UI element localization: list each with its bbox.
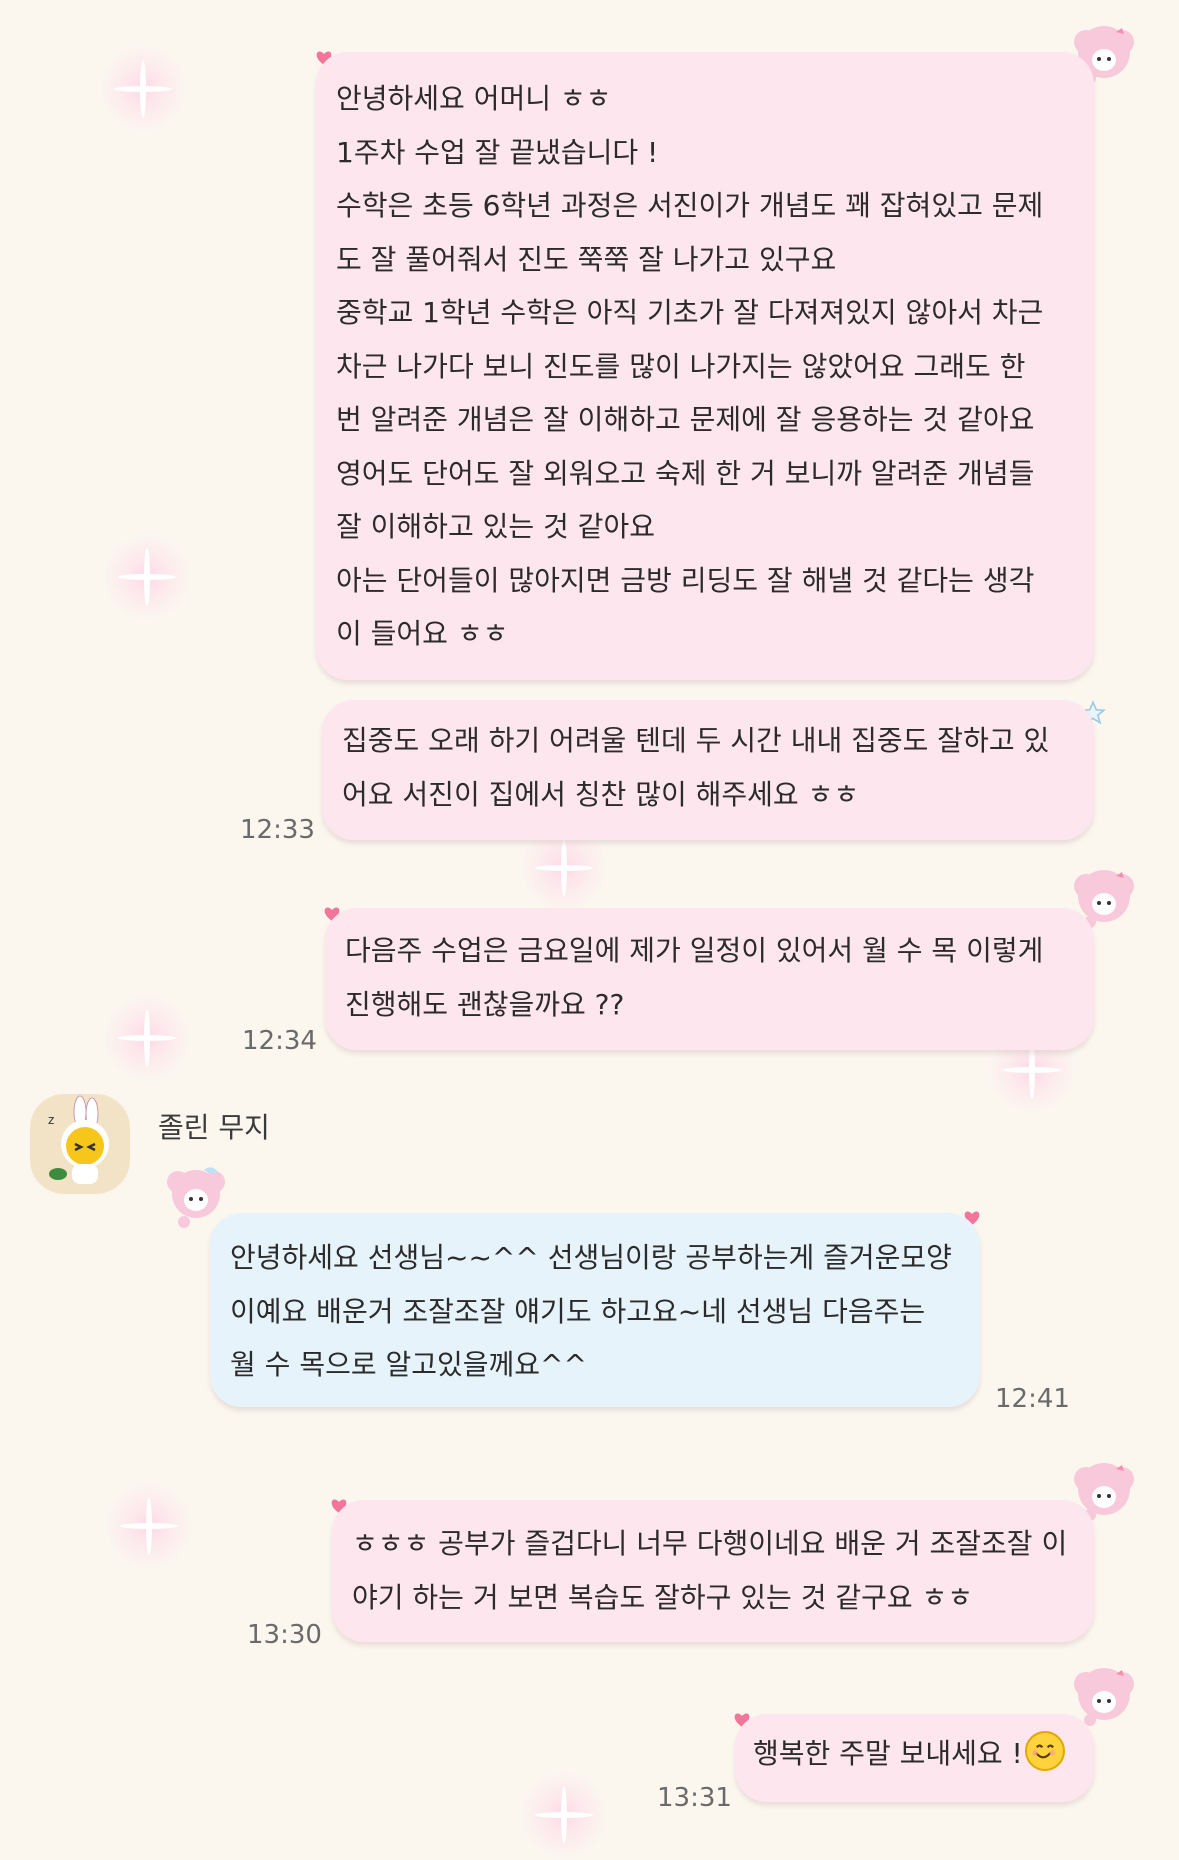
message-text-line: 안녕하세요 어머니 ㅎㅎ <box>336 82 612 115</box>
message-bubble-outgoing[interactable]: 안녕하세요 어머니 ㅎㅎ 1주차 수업 잘 끝냈습니다 ! 수학은 초등 6학년… <box>316 52 1094 680</box>
message-text-line: 안녕하세요 선생님~~^^ 선생님이랑 공부하는게 즐거운모양 <box>230 1241 952 1274</box>
message-text-line: 이 들어요 ㅎㅎ <box>336 617 509 650</box>
message-timestamp: 12:41 <box>995 1384 1070 1414</box>
message-bubble-outgoing[interactable]: 집중도 오래 하기 어려울 텐데 두 시간 내내 집중도 잘하고 있 어요 서진… <box>322 700 1094 840</box>
message-text-line: 차근 나가다 보니 진도를 많이 나가지는 않았어요 그래도 한 <box>336 349 1026 383</box>
message-bubble-outgoing[interactable]: 다음주 수업은 금요일에 제가 일정이 있어서 월 수 목 이렇게 진행해도 괜… <box>325 908 1094 1050</box>
sparkle-decoration <box>104 1481 194 1571</box>
smiling-face-emoji-icon <box>1024 1731 1065 1771</box>
message-timestamp: 13:31 <box>657 1783 732 1813</box>
message-text-line: ㅎㅎㅎ 공부가 즐겁다니 너무 다행이네요 배운 거 조잘조잘 이 <box>352 1527 1068 1560</box>
message-text-line: 집중도 오래 하기 어려울 텐데 두 시간 내내 집중도 잘하고 있 <box>342 724 1050 757</box>
message-text-line: 1주차 수업 잘 끝냈습니다 ! <box>336 135 659 169</box>
message-text-line: 수학은 초등 6학년 과정은 서진이가 개념도 꽤 잡혀있고 문제 <box>336 189 1044 222</box>
sparkle-decoration <box>102 993 192 1083</box>
message-text-line: 도 잘 풀어줘서 진도 쭉쭉 잘 나가고 있구요 <box>336 242 837 276</box>
sparkle-decoration <box>519 1770 609 1860</box>
message-text-line: 이예요 배운거 조잘조잘 얘기도 하고요~네 선생님 다음주는 <box>230 1294 926 1328</box>
message-bubble-outgoing[interactable]: ㅎㅎㅎ 공부가 즐겁다니 너무 다행이네요 배운 거 조잘조잘 이 야기 하는 … <box>332 1500 1094 1642</box>
message-text-line: 야기 하는 거 보면 복습도 잘하구 있는 것 같구요 ㅎㅎ <box>352 1580 974 1614</box>
message-text-line: 영어도 단어도 잘 외워오고 숙제 한 거 보니까 알려준 개념들 <box>336 456 1035 490</box>
sparkle-decoration <box>102 532 192 622</box>
message-text-line: 어요 서진이 집에서 칭찬 많이 해주세요 ㅎㅎ <box>342 777 860 811</box>
message-timestamp: 12:33 <box>240 815 315 845</box>
message-text-line: 월 수 목으로 알고있을께요^^ <box>230 1348 587 1381</box>
svg-text:z: z <box>48 1113 54 1127</box>
message-text-line: 아는 단어들이 많아지면 금방 리딩도 잘 해낼 것 같다는 생각 <box>336 563 1035 597</box>
message-timestamp: 13:30 <box>247 1620 322 1650</box>
message-timestamp: 12:34 <box>242 1026 317 1056</box>
message-bubble-outgoing[interactable]: 행복한 주말 보내세요 ! <box>735 1714 1094 1802</box>
message-text-line: 중학교 1학년 수학은 아직 기초가 잘 다져져있지 않아서 차근 <box>336 296 1044 329</box>
message-bubble-incoming[interactable]: 안녕하세요 선생님~~^^ 선생님이랑 공부하는게 즐거운모양 이예요 배운거 … <box>210 1213 980 1407</box>
sender-avatar[interactable]: z <box>30 1094 130 1194</box>
sender-name[interactable]: 졸린 무지 <box>158 1106 270 1146</box>
message-text-line: 행복한 주말 보내세요 ! <box>753 1729 1078 1779</box>
message-text: 행복한 주말 보내세요 ! <box>753 1737 1023 1770</box>
message-text-line: 번 알려준 개념은 잘 이해하고 문제에 잘 응용하는 것 같아요 <box>336 403 1035 436</box>
message-text-line: 진행해도 괜찮을까요 ?? <box>345 987 625 1021</box>
message-text-line: 잘 이해하고 있는 것 같아요 <box>336 510 655 543</box>
sparkle-decoration <box>98 44 188 134</box>
message-text-line: 다음주 수업은 금요일에 제가 일정이 있어서 월 수 목 이렇게 <box>345 934 1044 967</box>
muzi-character-icon: z <box>48 1095 109 1184</box>
